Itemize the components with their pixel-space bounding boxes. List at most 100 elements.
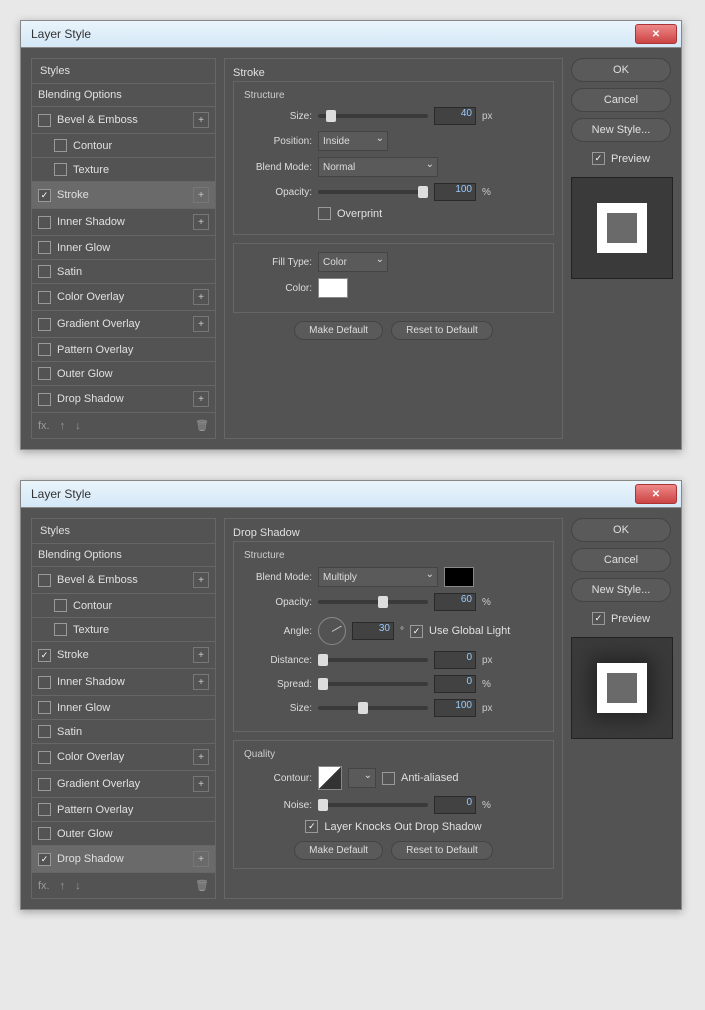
add-effect-icon[interactable]: + (193, 112, 209, 128)
style-checkbox[interactable] (38, 114, 51, 127)
opacity-input[interactable]: 100 (434, 183, 476, 201)
new-style-button[interactable]: New Style... (571, 118, 671, 142)
noise-input[interactable]: 0 (434, 796, 476, 814)
cancel-button[interactable]: Cancel (571, 548, 671, 572)
style-item-stroke[interactable]: Stroke+ (31, 182, 216, 209)
style-checkbox[interactable] (38, 265, 51, 278)
trash-icon[interactable]: 🗑 (195, 879, 209, 892)
new-style-button[interactable]: New Style... (571, 578, 671, 602)
blend-mode-select[interactable]: Multiply (318, 567, 438, 587)
down-arrow-icon[interactable]: ↓ (75, 420, 81, 432)
style-item-texture[interactable]: Texture (31, 618, 216, 642)
style-item-bevel-emboss[interactable]: Bevel & Emboss+ (31, 567, 216, 594)
style-item-pattern-overlay[interactable]: Pattern Overlay (31, 798, 216, 822)
style-item-color-overlay[interactable]: Color Overlay+ (31, 284, 216, 311)
fx-icon[interactable]: fx. (38, 420, 50, 432)
size-slider[interactable] (318, 706, 428, 710)
style-item-satin[interactable]: Satin (31, 720, 216, 744)
style-item-inner-glow[interactable]: Inner Glow (31, 696, 216, 720)
style-checkbox[interactable] (38, 367, 51, 380)
fx-icon[interactable]: fx. (38, 880, 50, 892)
up-arrow-icon[interactable]: ↑ (60, 420, 66, 432)
make-default-button[interactable]: Make Default (294, 841, 383, 860)
opacity-slider[interactable] (318, 190, 428, 194)
titlebar[interactable]: Layer Style ✕ (21, 481, 681, 508)
add-effect-icon[interactable]: + (193, 214, 209, 230)
style-item-satin[interactable]: Satin (31, 260, 216, 284)
style-checkbox[interactable] (38, 189, 51, 202)
style-checkbox[interactable] (38, 827, 51, 840)
overprint-checkbox[interactable] (318, 207, 331, 220)
style-item-outer-glow[interactable]: Outer Glow (31, 822, 216, 846)
style-item-inner-shadow[interactable]: Inner Shadow+ (31, 209, 216, 236)
style-checkbox[interactable] (38, 725, 51, 738)
style-checkbox[interactable] (38, 751, 51, 764)
opacity-input[interactable]: 60 (434, 593, 476, 611)
style-item-drop-shadow[interactable]: Drop Shadow+ (31, 386, 216, 413)
style-checkbox[interactable] (38, 393, 51, 406)
style-item-gradient-overlay[interactable]: Gradient Overlay+ (31, 771, 216, 798)
cancel-button[interactable]: Cancel (571, 88, 671, 112)
style-checkbox[interactable] (38, 803, 51, 816)
color-swatch[interactable] (318, 278, 348, 298)
style-checkbox[interactable] (38, 853, 51, 866)
style-checkbox[interactable] (54, 623, 67, 636)
style-item-gradient-overlay[interactable]: Gradient Overlay+ (31, 311, 216, 338)
style-checkbox[interactable] (38, 241, 51, 254)
blend-mode-select[interactable]: Normal (318, 157, 438, 177)
noise-slider[interactable] (318, 803, 428, 807)
trash-icon[interactable]: 🗑 (195, 419, 209, 432)
style-item-bevel-emboss[interactable]: Bevel & Emboss+ (31, 107, 216, 134)
add-effect-icon[interactable]: + (193, 289, 209, 305)
knockout-checkbox[interactable] (305, 820, 318, 833)
style-checkbox[interactable] (38, 318, 51, 331)
style-item-contour[interactable]: Contour (31, 594, 216, 618)
style-item-blending-options[interactable]: Blending Options (31, 84, 216, 107)
shadow-color-swatch[interactable] (444, 567, 474, 587)
position-select[interactable]: Inside (318, 131, 388, 151)
style-item-drop-shadow[interactable]: Drop Shadow+ (31, 846, 216, 873)
angle-input[interactable]: 30 (352, 622, 394, 640)
style-checkbox[interactable] (38, 649, 51, 662)
add-effect-icon[interactable]: + (193, 749, 209, 765)
distance-input[interactable]: 0 (434, 651, 476, 669)
style-checkbox[interactable] (38, 676, 51, 689)
up-arrow-icon[interactable]: ↑ (60, 880, 66, 892)
close-icon[interactable]: ✕ (635, 484, 677, 504)
style-item-blending-options[interactable]: Blending Options (31, 544, 216, 567)
style-item-texture[interactable]: Texture (31, 158, 216, 182)
preview-checkbox[interactable] (592, 152, 605, 165)
size-slider[interactable] (318, 114, 428, 118)
style-checkbox[interactable] (54, 163, 67, 176)
style-item-pattern-overlay[interactable]: Pattern Overlay (31, 338, 216, 362)
opacity-slider[interactable] (318, 600, 428, 604)
style-item-color-overlay[interactable]: Color Overlay+ (31, 744, 216, 771)
style-checkbox[interactable] (38, 778, 51, 791)
add-effect-icon[interactable]: + (193, 187, 209, 203)
style-item-outer-glow[interactable]: Outer Glow (31, 362, 216, 386)
preview-checkbox[interactable] (592, 612, 605, 625)
antialiased-checkbox[interactable] (382, 772, 395, 785)
style-checkbox[interactable] (38, 291, 51, 304)
add-effect-icon[interactable]: + (193, 572, 209, 588)
distance-slider[interactable] (318, 658, 428, 662)
style-item-stroke[interactable]: Stroke+ (31, 642, 216, 669)
close-icon[interactable]: ✕ (635, 24, 677, 44)
reset-default-button[interactable]: Reset to Default (391, 841, 493, 860)
angle-dial[interactable] (318, 617, 346, 645)
down-arrow-icon[interactable]: ↓ (75, 880, 81, 892)
ok-button[interactable]: OK (571, 58, 671, 82)
ok-button[interactable]: OK (571, 518, 671, 542)
size-input[interactable]: 100 (434, 699, 476, 717)
style-checkbox[interactable] (38, 701, 51, 714)
titlebar[interactable]: Layer Style ✕ (21, 21, 681, 48)
style-checkbox[interactable] (38, 216, 51, 229)
style-item-contour[interactable]: Contour (31, 134, 216, 158)
contour-picker[interactable] (318, 766, 342, 790)
style-checkbox[interactable] (38, 343, 51, 356)
fill-type-select[interactable]: Color (318, 252, 388, 272)
add-effect-icon[interactable]: + (193, 391, 209, 407)
reset-default-button[interactable]: Reset to Default (391, 321, 493, 340)
add-effect-icon[interactable]: + (193, 776, 209, 792)
add-effect-icon[interactable]: + (193, 316, 209, 332)
